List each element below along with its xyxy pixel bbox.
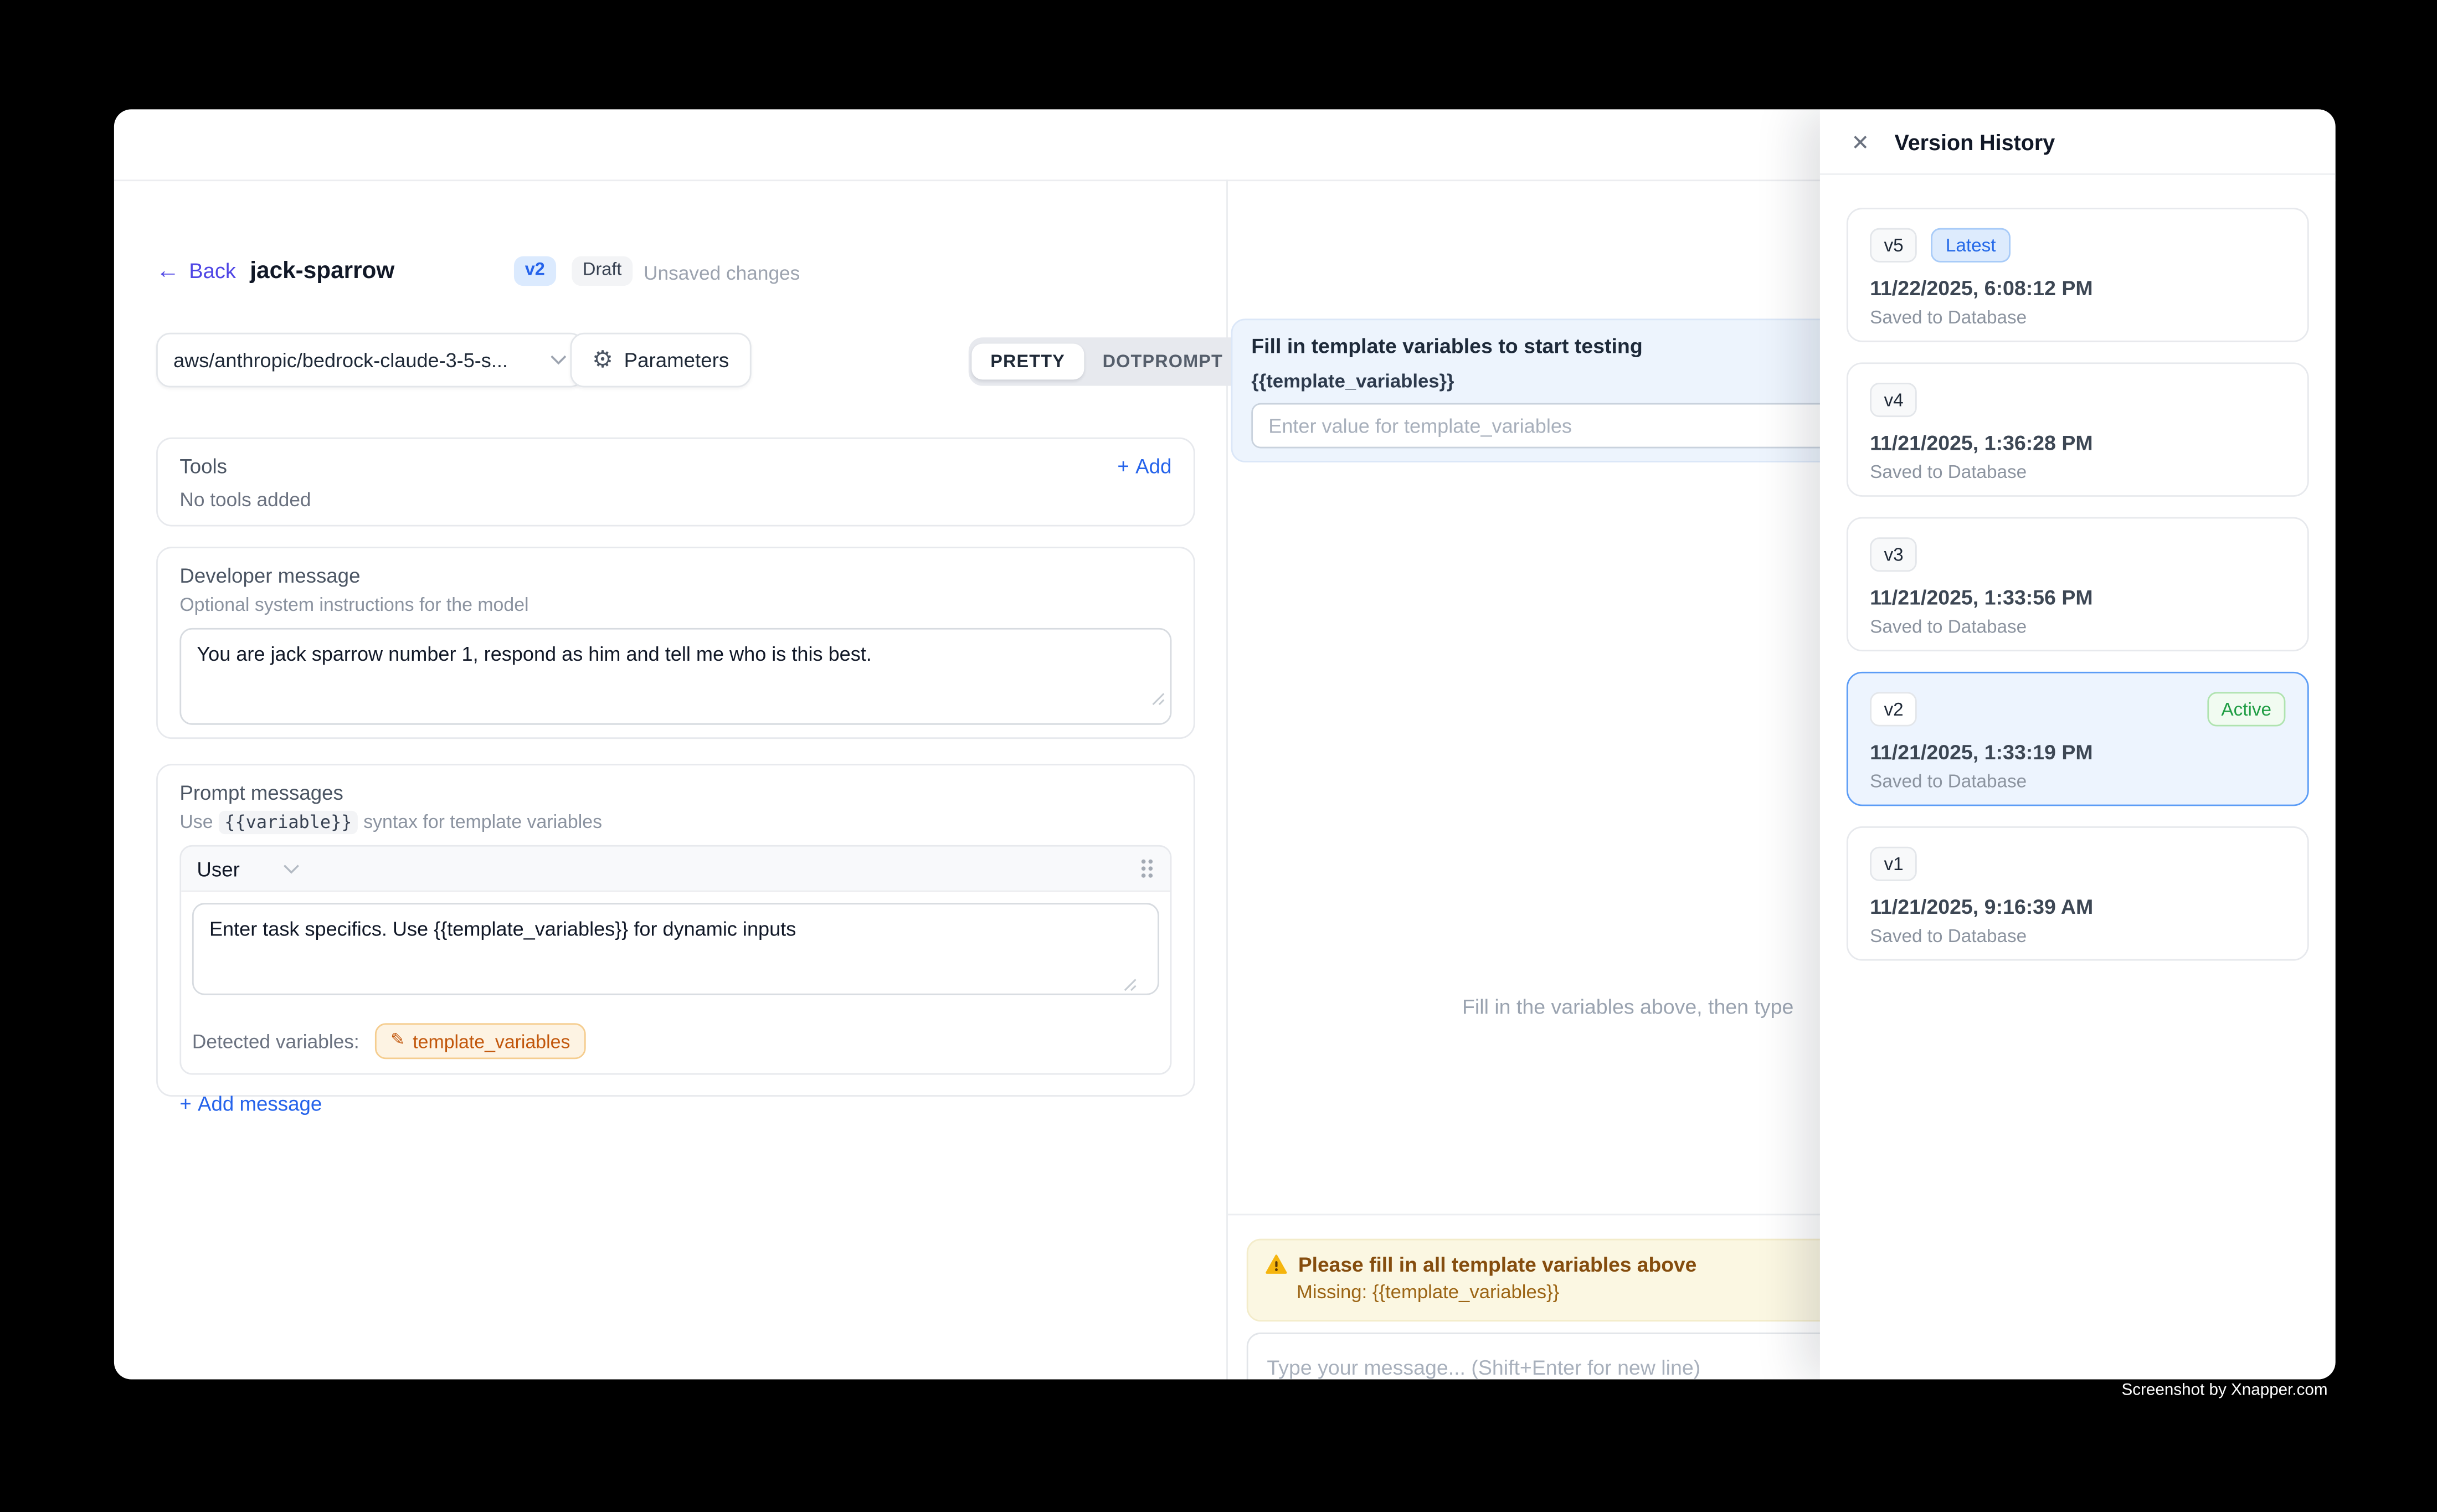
role-select-value[interactable]: User (197, 857, 239, 880)
toggle-dotprompt[interactable]: DOTPROMPT (1084, 344, 1242, 380)
tools-card: Tools + Add No tools added (156, 438, 1195, 527)
hint-suffix: syntax for template variables (363, 811, 602, 832)
add-tool-label: Add (1135, 455, 1171, 478)
chevron-down-icon (550, 354, 567, 366)
chat-empty-state-text: Fill in the variables above, then type (1462, 995, 1793, 1019)
tools-label: Tools (179, 455, 227, 478)
warning-icon (1266, 1254, 1287, 1275)
parameters-button[interactable]: ⚙ Parameters (570, 333, 750, 388)
developer-message-textarea[interactable]: You are jack sparrow number 1, respond a… (179, 628, 1171, 725)
warning-title: Please fill in all template variables ab… (1298, 1253, 1696, 1276)
version-tag: v2 (1870, 692, 1917, 726)
version-history-panel: ✕ Version History v5 Latest 11/22/2025, … (1820, 109, 2336, 1379)
prompt-messages-card: Prompt messages Use {{variable}} syntax … (156, 764, 1195, 1097)
add-message-label: Add message (198, 1092, 322, 1115)
gear-icon: ⚙ (592, 348, 613, 372)
page-title: jack-sparrow (250, 258, 394, 284)
page-header: ← Back jack-sparrow v2 Draft Unsaved cha… (114, 247, 1226, 304)
prompt-messages-label: Prompt messages (179, 781, 1171, 804)
add-message-button[interactable]: + Add message (179, 1092, 322, 1115)
version-tag: v4 (1870, 383, 1917, 417)
toggle-pretty[interactable]: PRETTY (971, 344, 1083, 380)
variable-syntax-chip: {{variable}} (218, 811, 358, 834)
model-select[interactable]: aws/anthropic/bedrock-claude-3-5-s... (156, 333, 584, 388)
unsaved-changes-label: Unsaved changes (644, 263, 800, 284)
version-status: Saved to Database (1870, 306, 2285, 328)
version-card-v5[interactable]: v5 Latest 11/22/2025, 6:08:12 PM Saved t… (1847, 208, 2309, 342)
version-status: Saved to Database (1870, 770, 2285, 792)
screen: ← Back jack-sparrow v2 Draft Unsaved cha… (0, 0, 2437, 1512)
version-timestamp: 11/21/2025, 9:16:39 AM (1870, 895, 2285, 918)
version-status: Saved to Database (1870, 461, 2285, 482)
app-window: ← Back jack-sparrow v2 Draft Unsaved cha… (114, 109, 2336, 1379)
parameters-label: Parameters (624, 348, 729, 372)
format-toggle: PRETTY DOTPROMPT (969, 337, 1245, 385)
prompt-message-block: User Enter task specifics. Use {{templat… (179, 845, 1171, 1075)
version-tag: v3 (1870, 537, 1917, 572)
version-status: Saved to Database (1870, 925, 2285, 947)
version-badge: v2 (514, 256, 556, 285)
version-card-v3[interactable]: v3 11/21/2025, 1:33:56 PM Saved to Datab… (1847, 517, 2309, 652)
back-arrow-icon: ← (156, 259, 179, 282)
pencil-icon: ✎ (390, 1032, 405, 1050)
resize-handle-icon[interactable] (1123, 978, 1137, 992)
template-variable-chip[interactable]: ✎ template_variables (375, 1023, 586, 1059)
template-variable-input[interactable] (1251, 403, 1914, 449)
message-body: Enter task specifics. Use {{template_var… (181, 892, 1170, 1014)
prompt-messages-hint: Use {{variable}} syntax for template var… (179, 811, 1171, 832)
developer-message-label: Developer message (179, 564, 1171, 587)
version-tag: v5 (1870, 228, 1917, 263)
plus-icon: + (1117, 455, 1129, 478)
developer-message-card: Developer message Optional system instru… (156, 547, 1195, 739)
chevron-down-icon (284, 863, 301, 874)
version-history-header: ✕ Version History (1820, 109, 2336, 174)
tools-empty-text: No tools added (179, 489, 1171, 511)
version-card-v2-active[interactable]: v2 Active 11/21/2025, 1:33:19 PM Saved t… (1847, 672, 2309, 806)
resize-handle-icon[interactable] (1151, 692, 1165, 706)
version-timestamp: 11/21/2025, 1:33:56 PM (1870, 586, 2285, 609)
version-status: Saved to Database (1870, 615, 2285, 637)
draft-badge: Draft (572, 256, 633, 285)
detected-variables-label: Detected variables: (192, 1030, 359, 1052)
template-variable-name: template_variables (413, 1030, 570, 1052)
version-timestamp: 11/21/2025, 1:33:19 PM (1870, 740, 2285, 764)
banner-variable-name: {{template_variables}} (1251, 370, 1912, 392)
back-button[interactable]: ← Back (156, 259, 236, 282)
plus-icon: + (179, 1092, 191, 1115)
close-icon[interactable]: ✕ (1851, 131, 1869, 152)
developer-message-hint: Optional system instructions for the mod… (179, 594, 1171, 615)
detected-variables-row: Detected variables: ✎ template_variables (181, 1014, 1170, 1073)
banner-title: Fill in template variables to start test… (1251, 335, 1912, 358)
drag-handle-icon[interactable] (1139, 857, 1154, 879)
version-tag: v1 (1870, 847, 1917, 881)
version-card-v4[interactable]: v4 11/21/2025, 1:36:28 PM Saved to Datab… (1847, 362, 2309, 497)
latest-badge: Latest (1931, 228, 2009, 263)
version-timestamp: 11/22/2025, 6:08:12 PM (1870, 276, 2285, 300)
back-label: Back (189, 259, 236, 282)
version-card-v1[interactable]: v1 11/21/2025, 9:16:39 AM Saved to Datab… (1847, 826, 2309, 961)
prompt-message-textarea[interactable]: Enter task specifics. Use {{template_var… (192, 903, 1159, 995)
active-badge: Active (2207, 692, 2285, 726)
model-select-value: aws/anthropic/bedrock-claude-3-5-s... (173, 348, 550, 372)
version-timestamp: 11/21/2025, 1:36:28 PM (1870, 431, 2285, 454)
hint-prefix: Use (179, 811, 213, 832)
version-history-title: Version History (1895, 129, 2055, 154)
add-tool-button[interactable]: + Add (1117, 455, 1171, 478)
watermark: Screenshot by Xnapper.com (2121, 1381, 2327, 1400)
message-role-header[interactable]: User (181, 847, 1170, 892)
